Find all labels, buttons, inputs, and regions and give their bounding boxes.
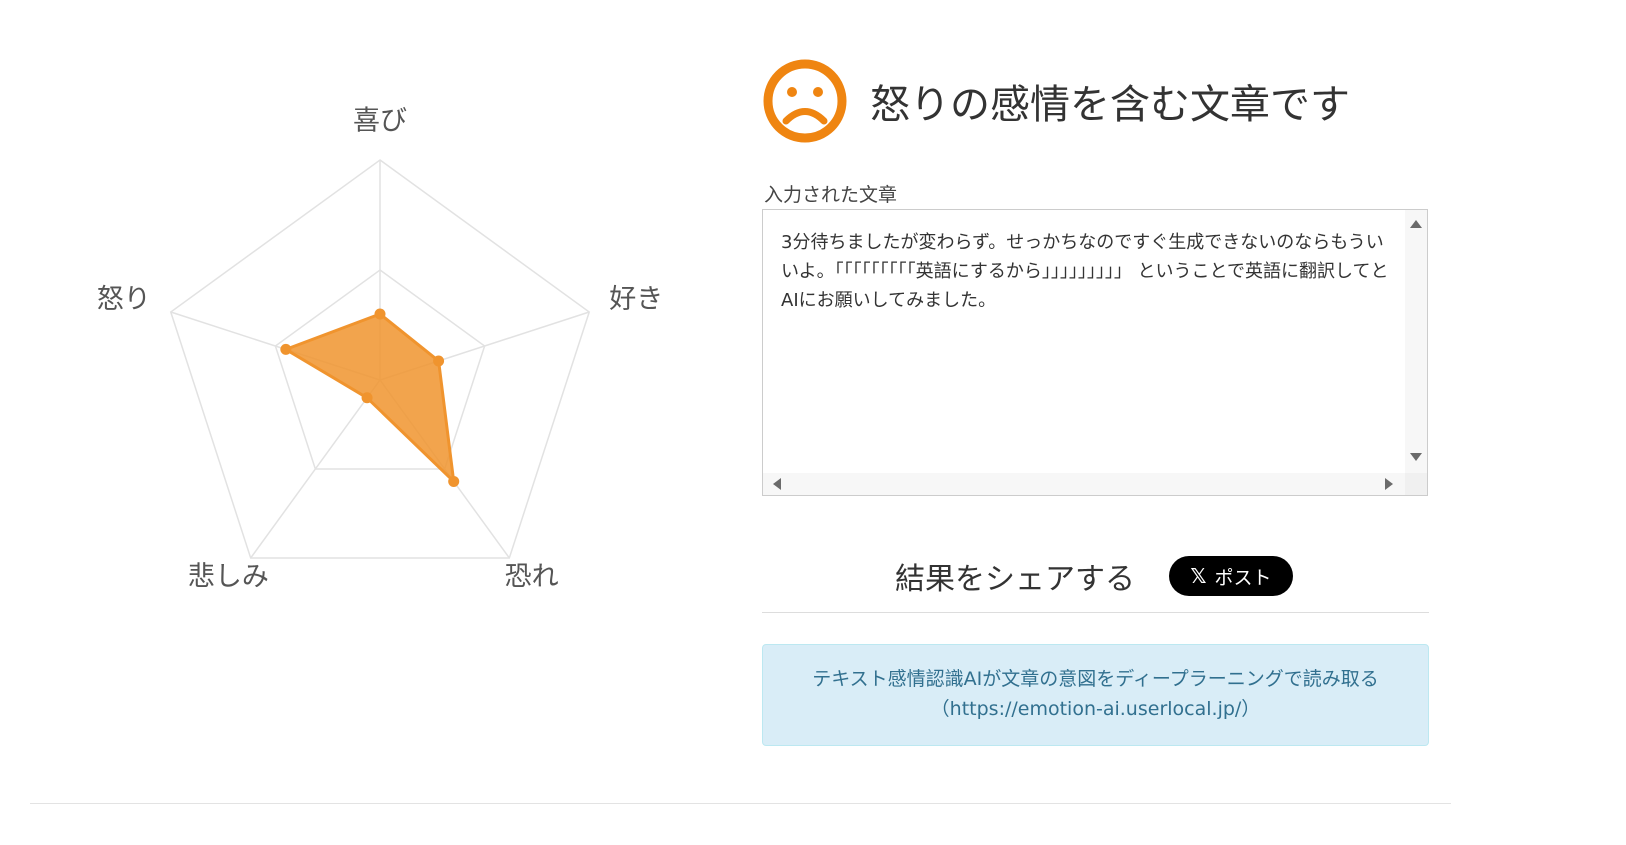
vertical-scrollbar[interactable] — [1405, 210, 1427, 475]
scroll-up-arrow-icon[interactable] — [1410, 220, 1422, 228]
data-point — [433, 355, 445, 367]
share-label: 結果をシェアする — [895, 562, 1135, 597]
data-point — [280, 343, 292, 355]
footer-divider — [30, 803, 1451, 804]
data-point — [361, 392, 373, 404]
data-point — [374, 308, 386, 320]
info-line-1[interactable]: テキスト感情認識AIが文章の意図をディープラーニングで読み取る — [763, 664, 1428, 694]
x-post-button[interactable]: 𝕏 ポスト — [1169, 556, 1293, 596]
info-link[interactable]: テキスト感情認識AIが文章の意図をディープラーニングで読み取る （https:/… — [763, 664, 1428, 724]
input-text-label: 入力された文章 — [764, 184, 898, 206]
info-banner: テキスト感情認識AIが文章の意図をディープラーニングで読み取る （https:/… — [762, 644, 1429, 746]
share-section: 結果をシェアする 𝕏 ポスト — [895, 554, 1293, 598]
x-logo-icon: 𝕏 — [1190, 564, 1207, 588]
axis-label: 喜び — [353, 106, 407, 137]
input-textarea[interactable]: 3分待ちましたが変わらず。せっかちなのですぐ生成できないのならもういいよ。「「「… — [762, 209, 1428, 496]
data-point — [448, 475, 460, 487]
emotion-radar-chart: 喜び好き恐れ 悲しみ 怒り — [97, 106, 663, 593]
share-divider — [762, 612, 1429, 613]
axis-label: 悲しみ — [188, 561, 269, 592]
axis-label: 恐れ — [505, 561, 559, 592]
axis-label: 好き — [609, 284, 663, 315]
scrollbar-corner — [1405, 473, 1427, 495]
post-button-label: ポスト — [1214, 566, 1272, 589]
horizontal-scrollbar[interactable] — [763, 473, 1407, 495]
info-line-2[interactable]: （https://emotion-ai.userlocal.jp/） — [763, 694, 1428, 724]
radar-series — [280, 308, 460, 487]
scroll-left-arrow-icon[interactable] — [773, 478, 781, 490]
result-header: 怒りの感情を含む文章です — [762, 55, 1350, 147]
result-title: 怒りの感情を含む文章です — [870, 82, 1350, 128]
scroll-down-arrow-icon[interactable] — [1410, 453, 1422, 461]
axis-label: 怒り — [97, 284, 151, 315]
scroll-right-arrow-icon[interactable] — [1385, 478, 1393, 490]
input-text-content[interactable]: 3分待ちましたが変わらず。せっかちなのですぐ生成できないのならもういいよ。「「「… — [781, 228, 1389, 315]
frown-face-icon — [763, 59, 847, 143]
